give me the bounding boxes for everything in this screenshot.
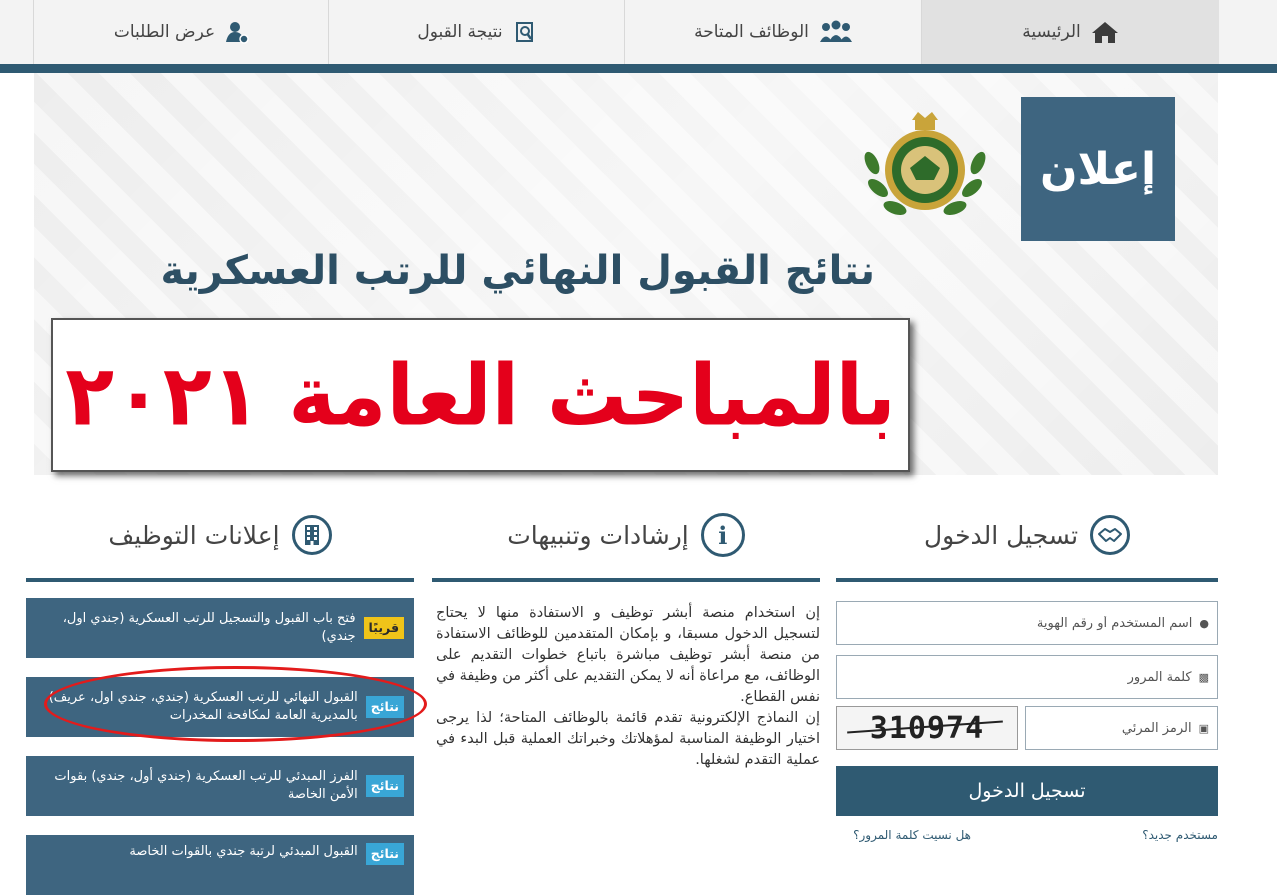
jobs-section-title: إعلانات التوظيف bbox=[108, 520, 280, 550]
lock-icon: ▩ bbox=[1198, 670, 1209, 684]
announcement-badge: إعلان bbox=[1021, 97, 1175, 241]
guidelines-text: إن استخدام منصة أبشر توظيف و الاستفادة م… bbox=[436, 603, 820, 771]
password-field[interactable]: ▩ bbox=[836, 655, 1218, 699]
nav-jobs-label: الوظائف المتاحة bbox=[694, 22, 809, 42]
guidelines-paragraph-1: إن استخدام منصة أبشر توظيف و الاستفادة م… bbox=[436, 605, 820, 705]
ad-text: فتح باب القبول والتسجيل للرتب العسكرية (… bbox=[62, 611, 356, 644]
overlay-caption-box: بالمباحث العامة ٢٠٢١ bbox=[51, 318, 910, 472]
guidelines-section-header: i إرشادات وتنبيهات bbox=[432, 492, 820, 582]
user-icon: ● bbox=[1199, 616, 1209, 630]
home-icon bbox=[1091, 22, 1118, 43]
info-icon: i bbox=[700, 513, 745, 557]
guidelines-section-title: إرشادات وتنبيهات bbox=[507, 520, 689, 550]
ad-badge-soon: قريبًا bbox=[363, 617, 404, 639]
login-button[interactable]: تسجيل الدخول bbox=[836, 766, 1218, 816]
image-icon: ▣ bbox=[1198, 721, 1209, 735]
password-input[interactable] bbox=[837, 668, 1194, 686]
guidelines-paragraph-2: إن النماذج الإلكترونية تقدم قائمة بالوظا… bbox=[436, 710, 820, 768]
job-ad-item[interactable]: نتائج القبول المبدئي لرتبة جندي بالقوات … bbox=[26, 835, 414, 895]
ad-badge-result: نتائج bbox=[365, 843, 404, 865]
forgot-password-link[interactable]: هل نسيت كلمة المرور؟ bbox=[853, 828, 971, 842]
team-icon bbox=[819, 20, 852, 42]
nav-result-label: نتيجة القبول bbox=[417, 22, 503, 42]
nav-result[interactable]: نتيجة القبول bbox=[328, 0, 625, 64]
ad-badge-result: نتائج bbox=[365, 696, 404, 718]
ad-text: القبول النهائي للرتب العسكرية (جندي، جند… bbox=[48, 690, 358, 723]
nav-jobs[interactable]: الوظائف المتاحة bbox=[624, 0, 922, 64]
ad-text: الفرز المبدئي للرتب العسكرية (جندي أول، … bbox=[54, 769, 358, 802]
nav-home[interactable]: الرئيسية bbox=[921, 0, 1219, 64]
job-ad-item[interactable]: نتائج القبول النهائي للرتب العسكرية (جند… bbox=[26, 677, 414, 737]
nav-home-label: الرئيسية bbox=[1022, 22, 1081, 42]
emblem-logo bbox=[864, 112, 986, 215]
username-input[interactable] bbox=[837, 614, 1195, 632]
overlay-caption: بالمباحث العامة ٢٠٢١ bbox=[65, 346, 896, 444]
captcha-field[interactable]: ▣ bbox=[1025, 706, 1218, 750]
user-settings-icon bbox=[226, 22, 249, 44]
nav-applications[interactable]: عرض الطلبات bbox=[33, 0, 329, 64]
top-nav: الرئيسية الوظائف المتاحة نتيجة القبول عر… bbox=[0, 0, 1277, 73]
login-section-header: تسجيل الدخول bbox=[836, 492, 1218, 582]
banner-title: نتائج القبول النهائي للرتب العسكرية bbox=[160, 248, 875, 294]
nav-applications-label: عرض الطلبات bbox=[113, 22, 216, 42]
announcement-label: إعلان bbox=[1039, 143, 1157, 195]
login-section-title: تسجيل الدخول bbox=[923, 520, 1079, 550]
username-field[interactable]: ● bbox=[836, 601, 1218, 645]
captcha-image: 310974 bbox=[836, 706, 1018, 750]
search-document-icon bbox=[515, 22, 533, 42]
captcha-input[interactable] bbox=[1026, 719, 1194, 737]
jobs-section-header: إعلانات التوظيف bbox=[26, 492, 414, 582]
job-ad-item[interactable]: نتائج الفرز المبدئي للرتب العسكرية (جندي… bbox=[26, 756, 414, 816]
building-icon bbox=[291, 515, 332, 555]
handshake-icon bbox=[1090, 515, 1131, 555]
new-user-link[interactable]: مستخدم جديد؟ bbox=[1142, 828, 1218, 842]
ad-text: القبول المبدئي لرتبة جندي بالقوات الخاصة bbox=[129, 844, 358, 859]
ad-badge-result: نتائج bbox=[365, 775, 404, 797]
job-ad-item[interactable]: قريبًا فتح باب القبول والتسجيل للرتب الع… bbox=[26, 598, 414, 658]
